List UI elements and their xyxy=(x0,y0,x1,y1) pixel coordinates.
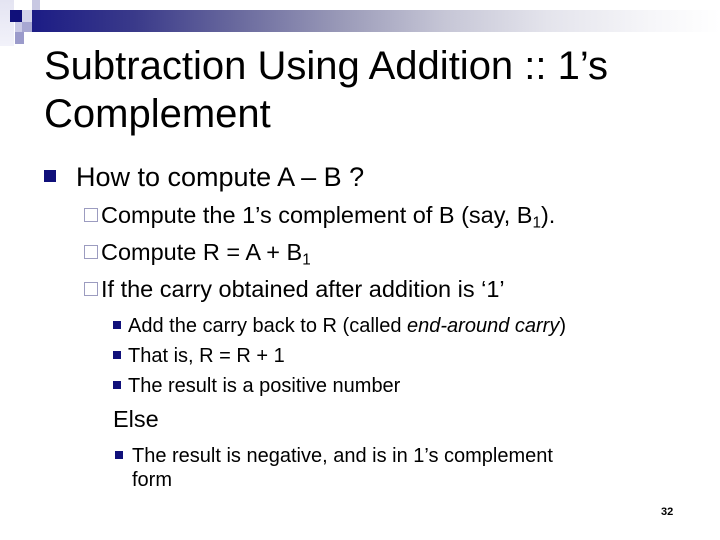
decor-square xyxy=(10,10,22,22)
filled-square-icon xyxy=(113,350,121,359)
filled-square-icon xyxy=(115,450,123,459)
bullet-text: Compute R = A + B xyxy=(101,239,303,265)
bullet-level3: That is, R = R + 1 xyxy=(113,343,285,369)
slide-title: Subtraction Using Addition :: 1’s Comple… xyxy=(44,44,609,136)
page-number: 32 xyxy=(661,506,674,518)
bullet-text: How to compute A – B ? xyxy=(76,162,365,192)
bullet-text: Compute the 1’s complement of B (say, B xyxy=(101,202,533,228)
bullet-text-tail: ) xyxy=(559,315,566,337)
decor-square xyxy=(15,32,24,44)
filled-square-icon xyxy=(44,169,56,182)
bullet-level1: How to compute A – B ? xyxy=(44,160,364,194)
bullet-text: The result is negative, and is in 1’s co… xyxy=(132,445,553,467)
bullet-text-continuation: form xyxy=(132,469,172,491)
decor-square xyxy=(0,0,14,46)
bullet-level2: Compute R = A + B1 xyxy=(84,237,311,269)
hollow-square-icon xyxy=(84,281,98,296)
decor-square xyxy=(32,0,40,10)
header-gradient-bar xyxy=(32,10,720,32)
decor-square xyxy=(22,22,32,32)
subscript: 1 xyxy=(532,214,541,232)
bullet-text: That is, R = R + 1 xyxy=(128,345,285,367)
hollow-square-icon xyxy=(84,207,98,222)
bullet-level2: Compute the 1’s complement of B (say, B1… xyxy=(84,200,556,232)
decor-square xyxy=(22,10,32,22)
bullet-text: If the carry obtained after addition is … xyxy=(101,276,505,302)
bullet-text: Add the carry back to R (called xyxy=(128,315,408,337)
filled-square-icon xyxy=(113,320,121,329)
bullet-level2: If the carry obtained after addition is … xyxy=(84,274,505,304)
subscript: 1 xyxy=(302,251,311,269)
bullet-level3: Add the carry back to R (called end-arou… xyxy=(113,313,566,339)
italic-term: end-around carry xyxy=(407,315,560,337)
bullet-level3: The result is a positive number xyxy=(113,373,400,399)
hollow-square-icon xyxy=(84,244,98,259)
bullet-level3-else: The result is negative, and is in 1’s co… xyxy=(113,444,673,492)
bullet-text: The result is a positive number xyxy=(128,375,401,397)
filled-square-icon xyxy=(113,380,121,389)
else-label: Else xyxy=(113,406,159,432)
bullet-text-tail: ). xyxy=(540,202,556,228)
